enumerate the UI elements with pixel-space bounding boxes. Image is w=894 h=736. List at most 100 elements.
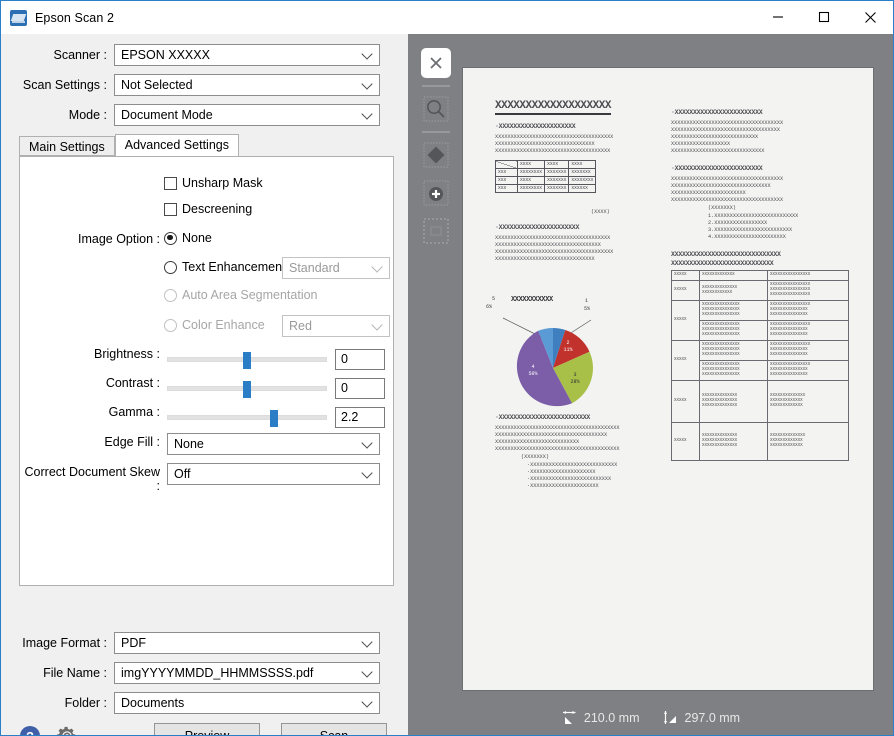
file-name-select[interactable]: imgYYYYMMDD_HHMMSSSS.pdf <box>114 662 380 684</box>
preview-button[interactable]: Preview <box>154 723 260 735</box>
image-option-text-enhancement-row[interactable]: Text Enhancement <box>164 260 286 274</box>
preview-height-value: 297.0 mm <box>684 710 741 725</box>
preview-height: 297.0 mm <box>662 709 741 726</box>
doc-left-para3-head: ·XXXXXXXXXXXXXXXXXXXXXXXXX <box>495 414 591 421</box>
radio-text-enhancement[interactable] <box>164 260 177 274</box>
big-cell-line: XXXXXXXXXXXXXXX <box>770 333 808 337</box>
gamma-slider[interactable] <box>167 410 327 427</box>
mini-table-corner <box>495 160 518 169</box>
doc-right-para1-line2: XXXXXXXXXXXXXXXXXXXXXXXXXXXXXXXXXXX <box>671 127 780 133</box>
unsharp-mask-checkbox[interactable] <box>164 176 177 190</box>
image-option-auto-area-segmentation-row[interactable]: Auto Area Segmentation <box>164 288 318 302</box>
doc-left-para3-item2: ·XXXXXXXXXXXXXXXXXXXXX <box>527 469 596 475</box>
close-button[interactable] <box>847 1 893 33</box>
brightness-slider-row: 0 <box>167 349 385 370</box>
table-row: XXXXX XXXXXXXXXXXXXX XXXXXXXXXXXX XXXXXX… <box>671 280 849 301</box>
pie-label-5-cat: 5 <box>492 296 496 302</box>
scanner-select[interactable]: EPSON XXXXX <box>114 44 380 66</box>
big-cell-c2: XXXXXXXXXXXXXX XXXXXXXXXXXXXX XXXXXXXXXX… <box>699 380 768 423</box>
big-table: XXXXX XXXXXXXXXXXXX XXXXXXXXXXXXXXXX XXX… <box>671 270 849 461</box>
big-cell-c1: XXXXX <box>671 340 700 381</box>
zoom-button[interactable] <box>416 90 456 128</box>
preview-document-image[interactable]: XXXXXXXXXXXXXXXXXXX ·XXXXXXXXXXXXXXXXXXX… <box>463 68 873 690</box>
toolbar-divider <box>422 85 450 87</box>
svg-text:2: 2 <box>566 340 569 346</box>
minimize-button[interactable] <box>755 1 801 33</box>
mini-table-header-1: XXXX <box>516 160 546 169</box>
help-icon[interactable]: ? <box>19 725 41 736</box>
chevron-down-icon <box>361 108 373 120</box>
scan-button[interactable]: Scan <box>281 723 387 735</box>
big-cell-line: XXXXXXXXXXXXXXX <box>702 373 740 377</box>
add-icon <box>423 180 449 206</box>
doc-left-para2-head: ·XXXXXXXXXXXXXXXXXXXXXX <box>495 224 580 231</box>
mode-select[interactable]: Document Mode <box>114 104 380 126</box>
rotate-icon <box>423 142 449 168</box>
gamma-slider-thumb[interactable] <box>269 410 278 427</box>
radio-none-label: None <box>182 231 212 245</box>
radio-color-enhance[interactable] <box>164 318 177 332</box>
scan-settings-select[interactable]: Not Selected <box>114 74 380 96</box>
contrast-value[interactable]: 0 <box>335 378 385 399</box>
advanced-settings-panel: Unsharp Mask Descreening Image Option : … <box>19 156 394 586</box>
image-format-select[interactable]: PDF <box>114 632 380 654</box>
tab-advanced-settings[interactable]: Advanced Settings <box>114 134 239 157</box>
edge-fill-select[interactable]: None <box>167 433 380 455</box>
correct-document-skew-select[interactable]: Off <box>167 463 380 485</box>
descreening-row[interactable]: Descreening <box>164 202 252 216</box>
scan-settings-value: Not Selected <box>121 78 193 92</box>
text-enhancement-select[interactable]: Standard <box>282 257 390 279</box>
close-preview-icon <box>421 48 451 78</box>
doc-mini-table-caption: (XXXX) <box>591 209 610 215</box>
folder-select[interactable]: Documents <box>114 692 380 714</box>
mini-cell: XXX <box>495 168 518 177</box>
chevron-down-icon <box>361 467 373 479</box>
table-row: XXX XXXXXXXX XXXXXXX XXXXXXX <box>495 168 597 177</box>
edge-fill-label: Edge Fill : <box>104 435 160 449</box>
select-area-button[interactable] <box>416 212 456 250</box>
unsharp-mask-row[interactable]: Unsharp Mask <box>164 176 263 190</box>
big-cell-c2: XXXXXXXXXXXXXXX XXXXXXXXXXXXXXX XXXXXXXX… <box>699 300 768 321</box>
doc-left-para1-line1: XXXXXXXXXXXXXXXXXXXXXXXXXXXXXXXXXXXXXX <box>495 134 614 140</box>
rotate-button[interactable] <box>416 136 456 174</box>
big-cell-c2: XXXXXXXXXXXXXX XXXXXXXXXXXXXX XXXXXXXXXX… <box>699 422 768 461</box>
pie-chart-svg: 2 11% 3 28% 4 50% <box>502 317 593 407</box>
big-cell-c1: XXXXX <box>671 422 700 461</box>
maximize-button[interactable] <box>801 1 847 33</box>
brightness-value[interactable]: 0 <box>335 349 385 370</box>
svg-text:28%: 28% <box>570 379 579 385</box>
contrast-slider[interactable] <box>167 381 327 398</box>
file-name-value: imgYYYYMMDD_HHMMSSSS.pdf <box>121 666 314 680</box>
mini-cell: XXXXXX <box>568 184 597 193</box>
settings-panel: Scanner : EPSON XXXXX Scan Settings : No… <box>1 34 408 736</box>
pie-label-5-value: 6% <box>486 304 493 310</box>
big-cell-line: XXXXXXXXXXXXXX <box>702 444 738 448</box>
radio-none[interactable] <box>164 231 177 245</box>
descreening-checkbox[interactable] <box>164 202 177 216</box>
descreening-label: Descreening <box>182 202 253 216</box>
chevron-down-icon <box>361 78 373 90</box>
tab-main-settings[interactable]: Main Settings <box>19 136 115 156</box>
close-preview-button[interactable] <box>416 44 456 82</box>
big-cell-c2: XXXXXXXXXXXXX <box>699 270 768 281</box>
action-bar: ? Preview Scan <box>1 723 408 736</box>
doc-big-table: XXXXX XXXXXXXXXXXXX XXXXXXXXXXXXXXXX XXX… <box>671 270 849 461</box>
image-option-none-row[interactable]: None <box>164 231 212 245</box>
mini-cell: XXX <box>495 184 518 193</box>
radio-auto-area-segmentation[interactable] <box>164 288 177 302</box>
brightness-slider[interactable] <box>167 352 327 369</box>
brightness-slider-thumb[interactable] <box>243 352 251 369</box>
preview-panel: XXXXXXXXXXXXXXXXXXX ·XXXXXXXXXXXXXXXXXXX… <box>408 34 893 735</box>
radio-auto-area-segmentation-label: Auto Area Segmentation <box>182 288 318 302</box>
color-enhance-select[interactable]: Red <box>282 315 390 337</box>
contrast-slider-thumb[interactable] <box>243 381 251 398</box>
image-option-color-enhance-row[interactable]: Color Enhance <box>164 318 265 332</box>
output-settings-group: Image Format : PDF File Name : imgYYYYMM… <box>1 632 408 736</box>
add-button[interactable] <box>416 174 456 212</box>
toolbar-divider <box>422 131 450 133</box>
window-title: Epson Scan 2 <box>35 10 115 25</box>
gear-icon[interactable] <box>56 725 78 736</box>
big-cell-c1: XXXXX <box>671 300 700 341</box>
svg-text:3: 3 <box>573 372 576 378</box>
gamma-value[interactable]: 2.2 <box>335 407 385 428</box>
